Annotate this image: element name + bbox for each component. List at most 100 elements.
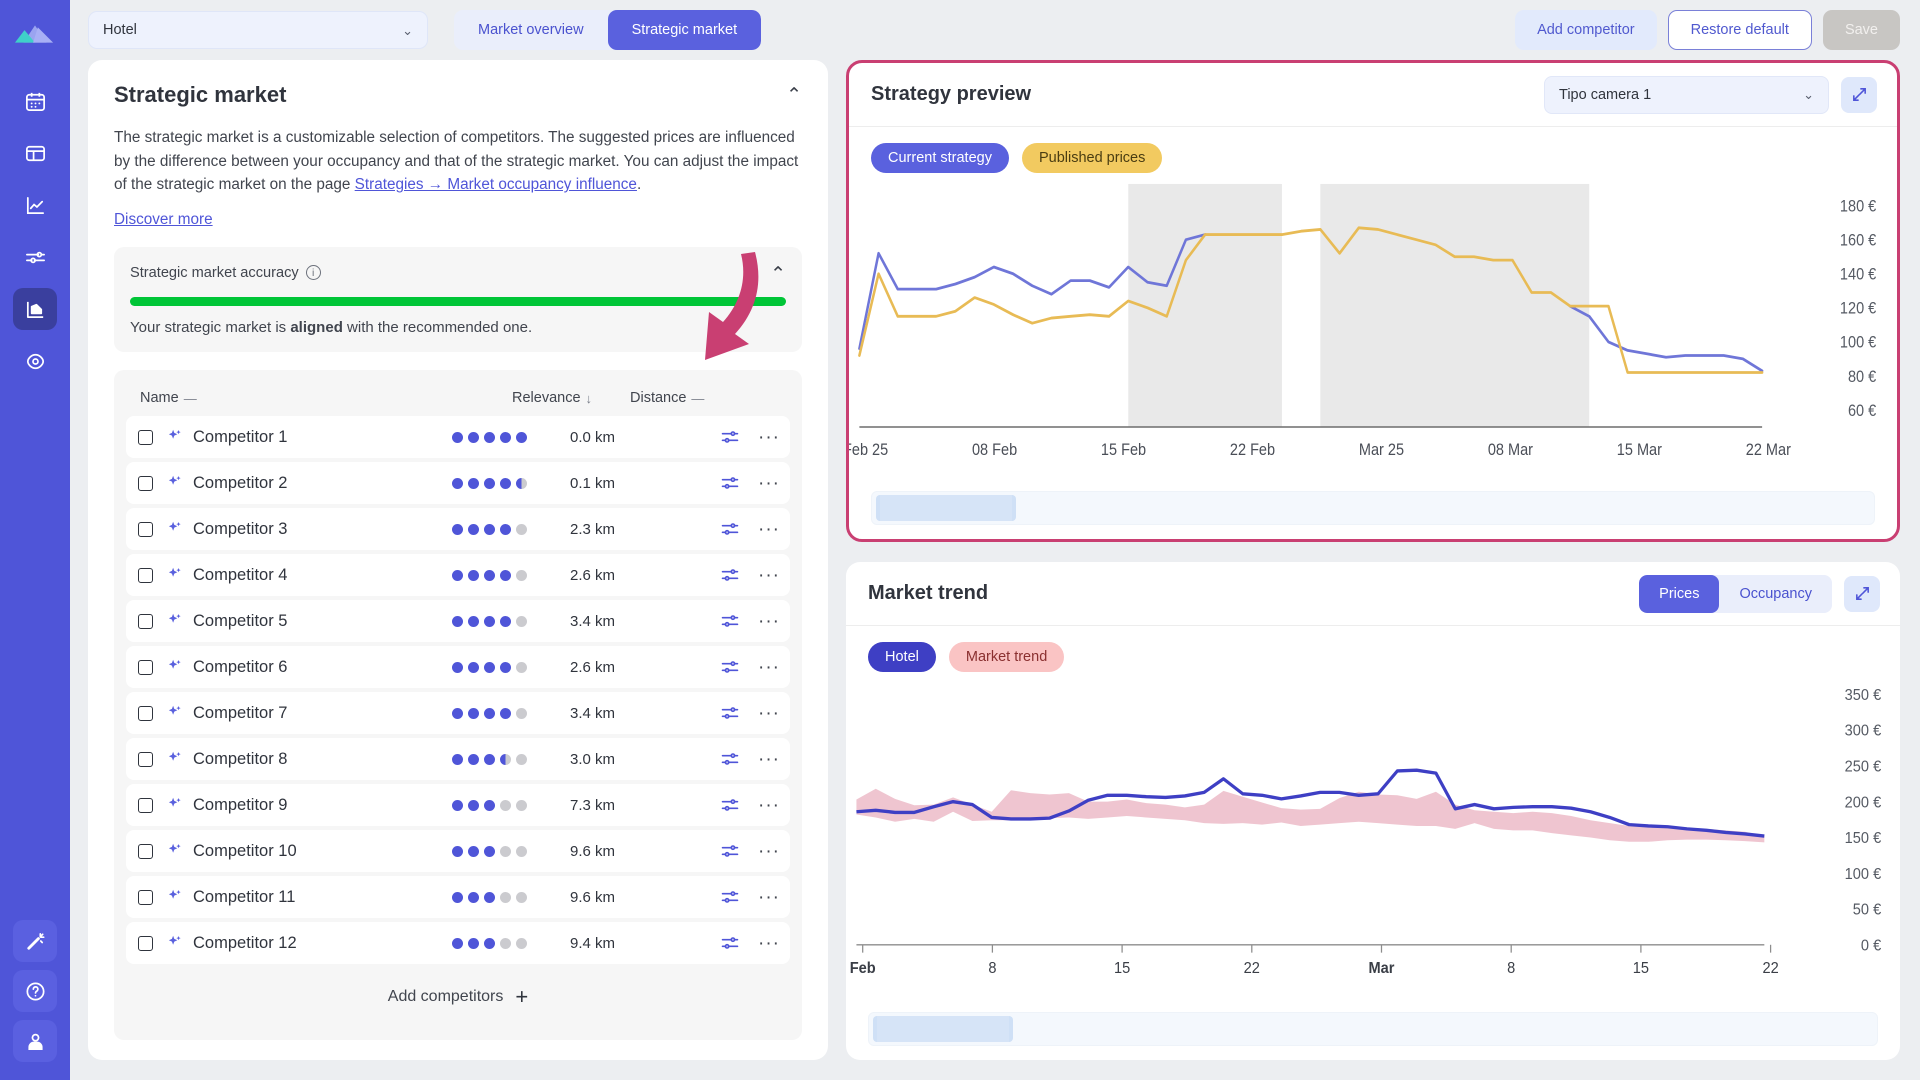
- more-options-icon[interactable]: ···: [758, 934, 780, 953]
- toggle-occupancy[interactable]: Occupancy: [1719, 575, 1832, 613]
- tab-strategic-market[interactable]: Strategic market: [607, 10, 762, 50]
- sliders-icon[interactable]: [720, 749, 740, 769]
- range-thumb[interactable]: [873, 1016, 1013, 1042]
- sliders-icon[interactable]: [720, 565, 740, 585]
- row-checkbox[interactable]: [138, 889, 153, 905]
- table-row[interactable]: Competitor 10 9.6 km ···: [126, 830, 790, 873]
- row-checkbox[interactable]: [138, 797, 153, 813]
- sidebar-item-strategies[interactable]: [13, 236, 57, 278]
- sliders-icon[interactable]: [720, 473, 740, 493]
- row-checkbox[interactable]: [138, 659, 153, 675]
- table-row[interactable]: Competitor 4 2.6 km ···: [126, 554, 790, 597]
- sidebar-item-assistant[interactable]: [13, 920, 57, 962]
- legend-hotel[interactable]: Hotel: [868, 642, 936, 672]
- strategy-preview-expand-button[interactable]: [1841, 76, 1877, 113]
- view-tabs: Market overview Strategic market: [454, 10, 762, 50]
- row-actions: ···: [720, 933, 780, 953]
- accuracy-chevron-up-icon[interactable]: ⌃: [770, 265, 786, 284]
- room-type-select[interactable]: Tipo camera 1 ⌄: [1544, 75, 1829, 114]
- sliders-icon[interactable]: [720, 519, 740, 539]
- table-row[interactable]: Competitor 2 0.1 km ···: [126, 462, 790, 505]
- app-root: Hotel ⌄ Market overview Strategic market…: [0, 0, 1920, 1080]
- competitor-distance: 3.0 km: [570, 750, 616, 768]
- toggle-prices[interactable]: Prices: [1639, 574, 1720, 613]
- row-checkbox[interactable]: [138, 705, 153, 721]
- market-occupancy-influence-link[interactable]: Strategies → Market occupancy influence: [355, 176, 637, 193]
- row-checkbox[interactable]: [138, 521, 153, 537]
- sliders-icon[interactable]: [720, 427, 740, 447]
- row-checkbox[interactable]: [138, 935, 153, 951]
- tab-market-overview[interactable]: Market overview: [454, 10, 608, 50]
- x-axis-tick-label: Mar: [1369, 959, 1395, 977]
- sidebar-item-analytics[interactable]: [13, 184, 57, 226]
- y-axis-tick-label: 60 €: [1848, 402, 1877, 420]
- legend-published-prices[interactable]: Published prices: [1021, 143, 1163, 173]
- relevance-dot: [500, 845, 512, 857]
- more-options-icon[interactable]: ···: [758, 888, 780, 907]
- table-row[interactable]: Competitor 7 3.4 km ···: [126, 692, 790, 735]
- y-axis-tick-label: 100 €: [1840, 334, 1877, 352]
- row-checkbox[interactable]: [138, 843, 153, 859]
- more-options-icon[interactable]: ···: [758, 704, 780, 723]
- column-header-distance[interactable]: Distance —: [630, 390, 780, 406]
- y-axis-tick-label: 140 €: [1840, 266, 1877, 284]
- more-options-icon[interactable]: ···: [758, 520, 780, 539]
- sidebar-item-calendar[interactable]: [13, 80, 57, 122]
- sliders-icon[interactable]: [720, 841, 740, 861]
- market-trend-expand-button[interactable]: [1844, 575, 1880, 612]
- relevance-dot: [452, 891, 464, 903]
- discover-more-link[interactable]: Discover more: [114, 211, 213, 229]
- table-row[interactable]: Competitor 9 7.3 km ···: [126, 784, 790, 827]
- chevron-up-icon[interactable]: ⌃: [786, 86, 802, 105]
- sidebar-item-dashboard[interactable]: [13, 132, 57, 174]
- sliders-icon[interactable]: [720, 657, 740, 677]
- add-competitor-button[interactable]: Add competitor: [1515, 10, 1657, 50]
- strategy-preview-range-scrollbar[interactable]: [871, 491, 1875, 525]
- legend-market-trend[interactable]: Market trend: [948, 642, 1065, 672]
- sidebar-item-configuration[interactable]: [13, 340, 57, 382]
- column-header-name[interactable]: Name —: [140, 390, 512, 406]
- row-checkbox[interactable]: [138, 475, 153, 491]
- sliders-icon[interactable]: [720, 887, 740, 907]
- column-header-relevance[interactable]: Relevance ↓: [512, 390, 630, 406]
- more-options-icon[interactable]: ···: [758, 658, 780, 677]
- add-competitors-button[interactable]: Add competitors +: [126, 970, 790, 1024]
- table-row[interactable]: Competitor 3 2.3 km ···: [126, 508, 790, 551]
- table-row[interactable]: Competitor 11 9.6 km ···: [126, 876, 790, 919]
- relevance-dot: [468, 707, 480, 719]
- competitor-distance: 2.6 km: [570, 658, 616, 676]
- more-options-icon[interactable]: ···: [758, 566, 780, 585]
- row-actions: ···: [720, 473, 780, 493]
- restore-default-button[interactable]: Restore default: [1667, 10, 1812, 50]
- table-row[interactable]: Competitor 8 3.0 km ···: [126, 738, 790, 781]
- more-options-icon[interactable]: ···: [758, 428, 780, 447]
- sliders-icon[interactable]: [720, 611, 740, 631]
- more-options-icon[interactable]: ···: [758, 474, 780, 493]
- table-row[interactable]: Competitor 1 0.0 km ···: [126, 416, 790, 459]
- description-text-2: .: [636, 176, 642, 194]
- info-icon[interactable]: i: [305, 265, 321, 281]
- sidebar-item-market[interactable]: [13, 288, 57, 330]
- hotel-select[interactable]: Hotel ⌄: [88, 11, 428, 49]
- more-options-icon[interactable]: ···: [758, 796, 780, 815]
- table-row[interactable]: Competitor 12 9.4 km ···: [126, 922, 790, 965]
- sliders-icon[interactable]: [720, 933, 740, 953]
- legend-current-strategy[interactable]: Current strategy: [871, 143, 1009, 173]
- sidebar-item-account[interactable]: [13, 1020, 57, 1062]
- row-checkbox[interactable]: [138, 429, 153, 445]
- more-options-icon[interactable]: ···: [758, 842, 780, 861]
- row-checkbox[interactable]: [138, 613, 153, 629]
- row-checkbox[interactable]: [138, 567, 153, 583]
- x-axis-tick-label: 8: [1507, 959, 1515, 977]
- sidebar-item-help[interactable]: [13, 970, 57, 1012]
- more-options-icon[interactable]: ···: [758, 750, 780, 769]
- range-thumb[interactable]: [876, 495, 1016, 521]
- relevance-dot: [452, 937, 464, 949]
- row-checkbox[interactable]: [138, 751, 153, 767]
- market-trend-range-scrollbar[interactable]: [868, 1012, 1878, 1046]
- table-row[interactable]: Competitor 5 3.4 km ···: [126, 600, 790, 643]
- sliders-icon[interactable]: [720, 703, 740, 723]
- more-options-icon[interactable]: ···: [758, 612, 780, 631]
- sliders-icon[interactable]: [720, 795, 740, 815]
- table-row[interactable]: Competitor 6 2.6 km ···: [126, 646, 790, 689]
